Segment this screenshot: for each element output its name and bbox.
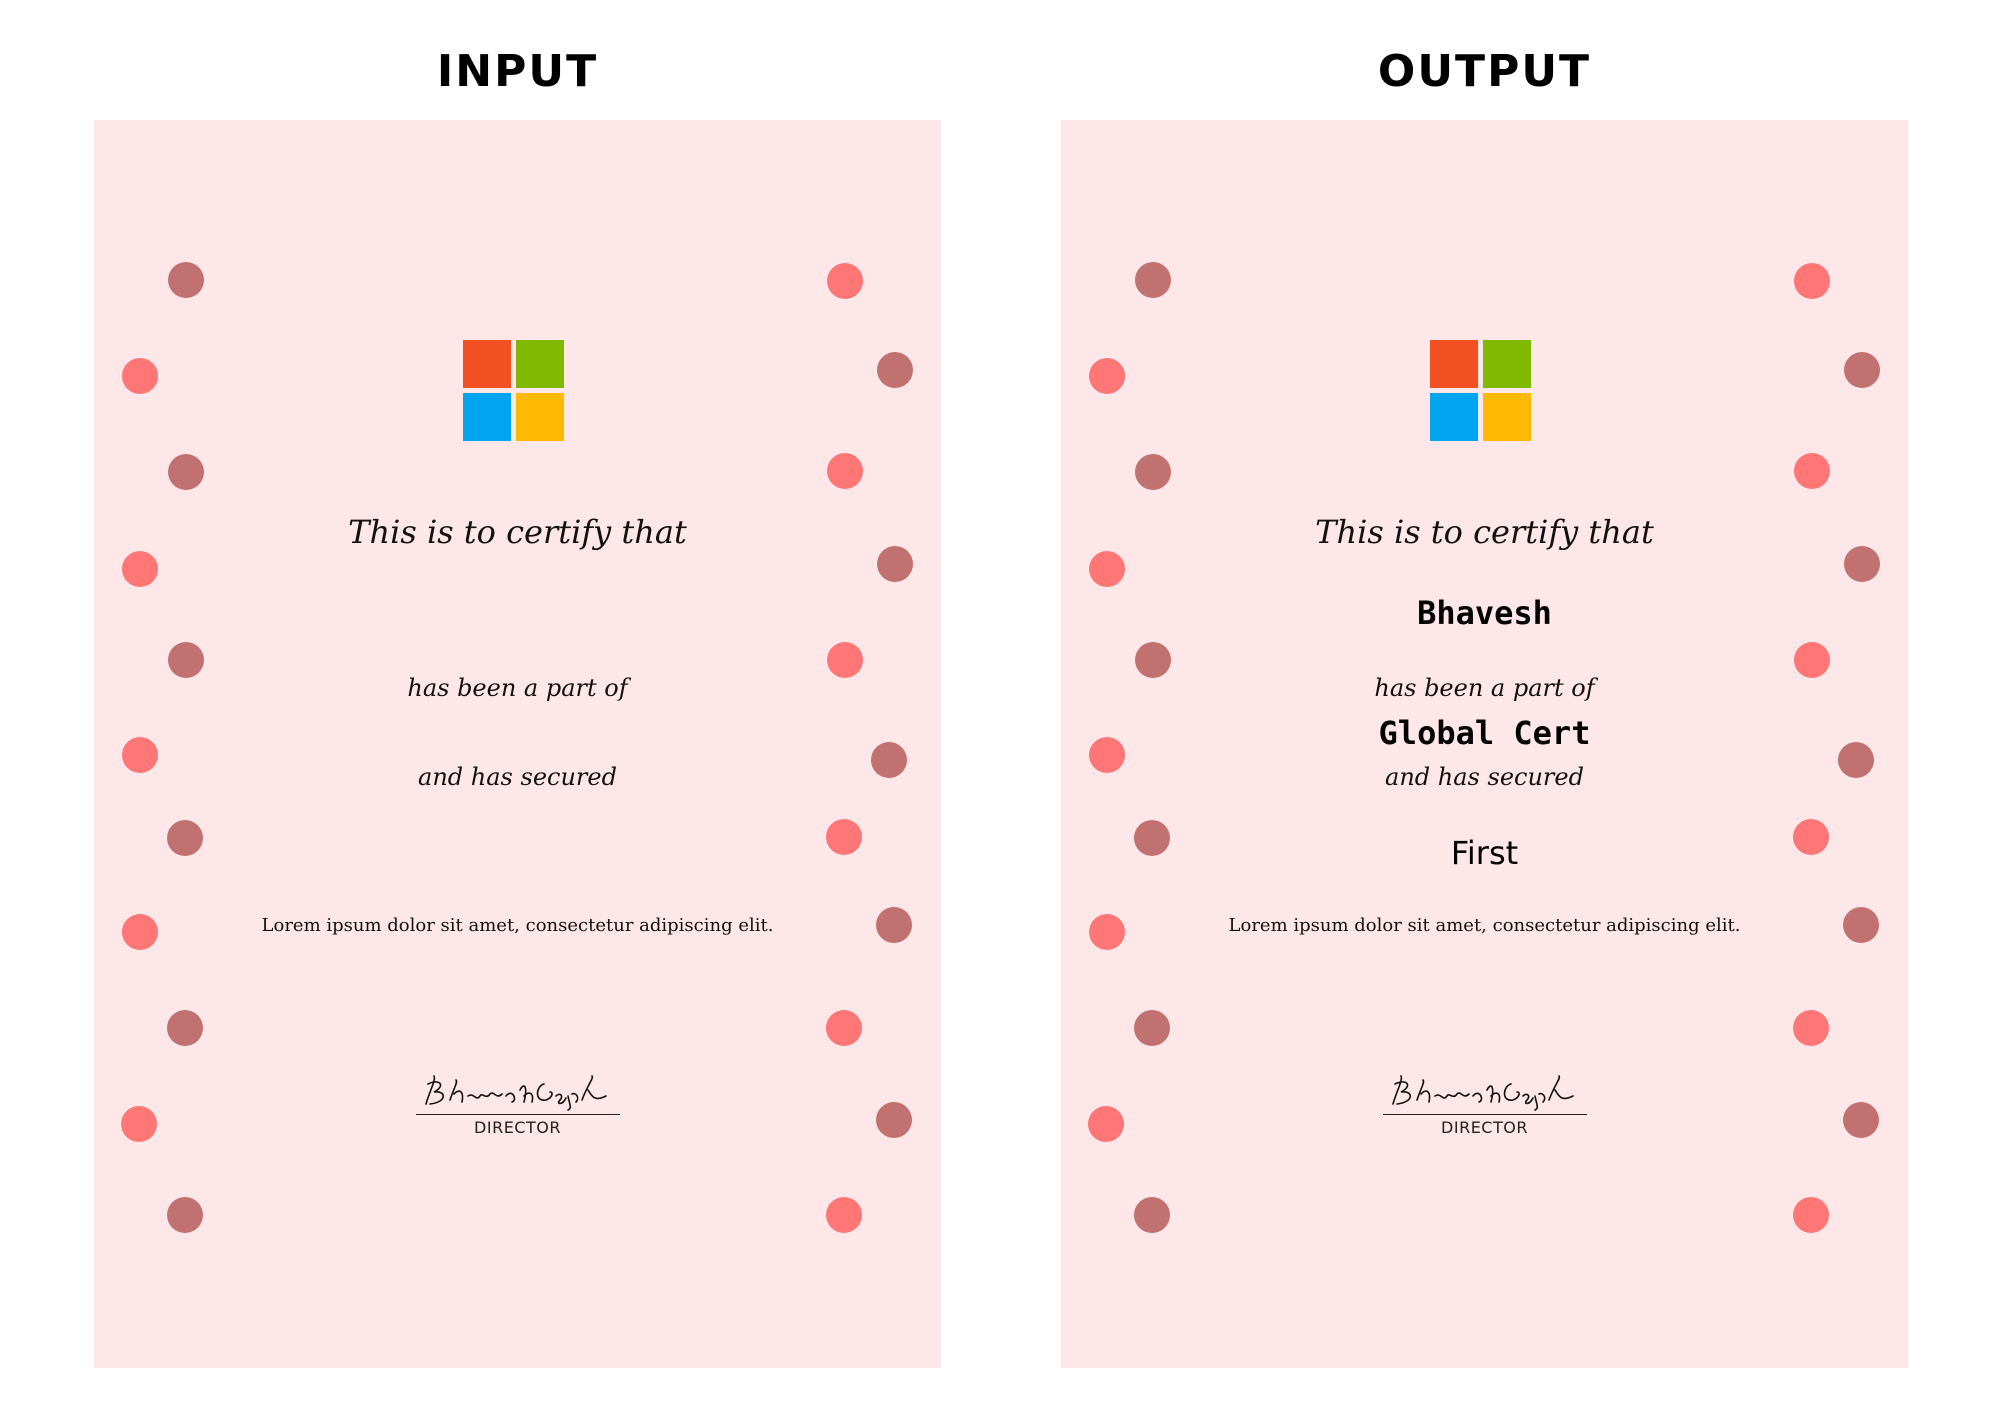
polka-dot-icon — [826, 1197, 862, 1233]
polka-dot-icon — [1794, 642, 1830, 678]
polka-dot-icon — [826, 1010, 862, 1046]
lorem-text: Lorem ipsum dolor sit amet, consectetur … — [1228, 915, 1741, 936]
polka-dot-icon — [168, 642, 204, 678]
director-label: DIRECTOR — [474, 1118, 561, 1137]
event-name: Global Cert — [1378, 714, 1591, 752]
input-panel-title: INPUT — [436, 46, 599, 97]
polka-dot-icon — [122, 551, 158, 587]
polka-dot-icon — [1135, 454, 1171, 490]
signature — [425, 1075, 607, 1111]
polka-dot-icon — [1134, 1197, 1170, 1233]
polka-dot-icon — [877, 546, 913, 582]
input-certificate: This is to certify that has been a part … — [94, 120, 941, 1368]
polka-dot-icon — [826, 819, 862, 855]
polka-dot-icon — [167, 820, 203, 856]
certify-text: This is to certify that — [348, 513, 687, 551]
polka-dot-icon — [1089, 358, 1125, 394]
polka-dot-icon — [877, 352, 913, 388]
output-panel-title: OUTPUT — [1377, 46, 1592, 97]
polka-dot-icon — [1135, 262, 1171, 298]
polka-dot-icon — [1089, 551, 1125, 587]
polka-dot-icon — [1135, 642, 1171, 678]
polka-dot-icon — [122, 358, 158, 394]
recipient-name: Bhavesh — [1417, 594, 1552, 632]
logo-yellow-square — [1483, 393, 1531, 441]
polka-dot-icon — [1794, 453, 1830, 489]
secured-text: and has secured — [418, 763, 617, 791]
polka-dot-icon — [167, 1010, 203, 1046]
polka-dot-icon — [1844, 546, 1880, 582]
rank-text: First — [1450, 834, 1519, 872]
part-of-text: has been a part of — [1374, 674, 1595, 702]
polka-dot-icon — [168, 262, 204, 298]
certify-text: This is to certify that — [1315, 513, 1654, 551]
logo-green-square — [1483, 340, 1531, 388]
polka-dot-icon — [1793, 1197, 1829, 1233]
logo-blue-square — [463, 393, 511, 441]
polka-dot-icon — [168, 454, 204, 490]
lorem-text: Lorem ipsum dolor sit amet, consectetur … — [261, 915, 774, 936]
polka-dot-icon — [1794, 263, 1830, 299]
microsoft-logo-icon — [1430, 340, 1531, 441]
polka-dot-icon — [167, 1197, 203, 1233]
signature-line — [1383, 1114, 1587, 1115]
polka-dot-icon — [827, 453, 863, 489]
part-of-text: has been a part of — [407, 674, 628, 702]
logo-red-square — [463, 340, 511, 388]
microsoft-logo-icon — [463, 340, 564, 441]
output-certificate: This is to certify that Bhavesh has been… — [1061, 120, 1908, 1368]
director-label: DIRECTOR — [1441, 1118, 1528, 1137]
logo-yellow-square — [516, 393, 564, 441]
polka-dot-icon — [827, 263, 863, 299]
signature-line — [416, 1114, 620, 1115]
polka-dot-icon — [1844, 352, 1880, 388]
polka-dot-icon — [827, 642, 863, 678]
secured-text: and has secured — [1385, 763, 1584, 791]
logo-green-square — [516, 340, 564, 388]
logo-red-square — [1430, 340, 1478, 388]
logo-blue-square — [1430, 393, 1478, 441]
polka-dot-icon — [1134, 1010, 1170, 1046]
signature — [1392, 1075, 1574, 1111]
polka-dot-icon — [1793, 1010, 1829, 1046]
